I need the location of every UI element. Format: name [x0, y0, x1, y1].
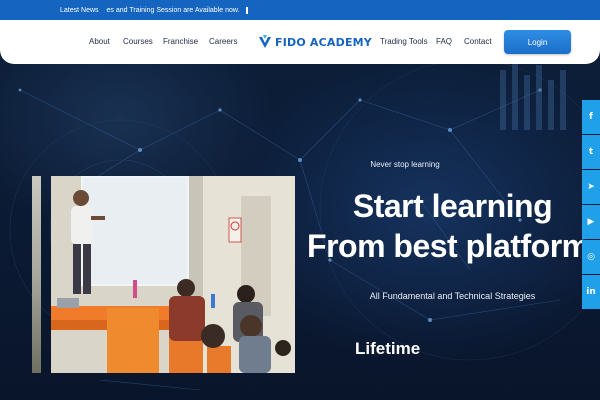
site-header: About Courses Franchise Careers FIDO ACA…: [0, 20, 600, 64]
hero-lifetime: Lifetime: [355, 339, 421, 358]
ticker-text: es and Training Session are Available no…: [106, 6, 240, 14]
hero-tagline: Never stop learning: [370, 160, 440, 169]
nav-contact[interactable]: Contact: [464, 37, 492, 46]
nav-faq[interactable]: FAQ: [436, 37, 452, 46]
news-ticker: Latest News es and Training Session are …: [0, 0, 600, 20]
classroom-photo-illustration: [51, 176, 295, 373]
hero-headline-line-2: From best platform.: [307, 228, 598, 264]
hero-subline: All Fundamental and Technical Strategies: [369, 291, 536, 301]
nav-careers[interactable]: Careers: [209, 37, 237, 46]
nav-about[interactable]: About: [89, 37, 110, 46]
twitter-icon[interactable]: t: [582, 135, 600, 169]
telegram-icon[interactable]: ➤: [582, 170, 600, 204]
classroom-photo: [51, 176, 295, 373]
logo-text: FIDO ACADEMY: [275, 35, 372, 49]
instagram-icon[interactable]: ◎: [582, 240, 600, 274]
previous-slide-edge: [32, 176, 41, 373]
facebook-icon[interactable]: f: [582, 100, 600, 134]
ticker-label: Latest News: [60, 6, 99, 14]
logo-mark-icon: [259, 35, 271, 48]
nav-franchise[interactable]: Franchise: [163, 37, 198, 46]
login-button[interactable]: Login: [504, 30, 571, 54]
nav-courses[interactable]: Courses: [123, 37, 153, 46]
hero-headline-line-1: Start learning: [352, 188, 553, 224]
hero-headline: Start learning From best platform.: [300, 186, 600, 266]
ticker-divider: [245, 6, 248, 14]
youtube-icon[interactable]: ▶: [582, 205, 600, 239]
nav-trading-tools[interactable]: Trading Tools: [380, 37, 428, 46]
linkedin-icon[interactable]: in: [582, 275, 600, 309]
site-logo[interactable]: FIDO ACADEMY: [258, 32, 372, 52]
social-sidebar: f t ➤ ▶ ◎ in: [582, 100, 600, 310]
